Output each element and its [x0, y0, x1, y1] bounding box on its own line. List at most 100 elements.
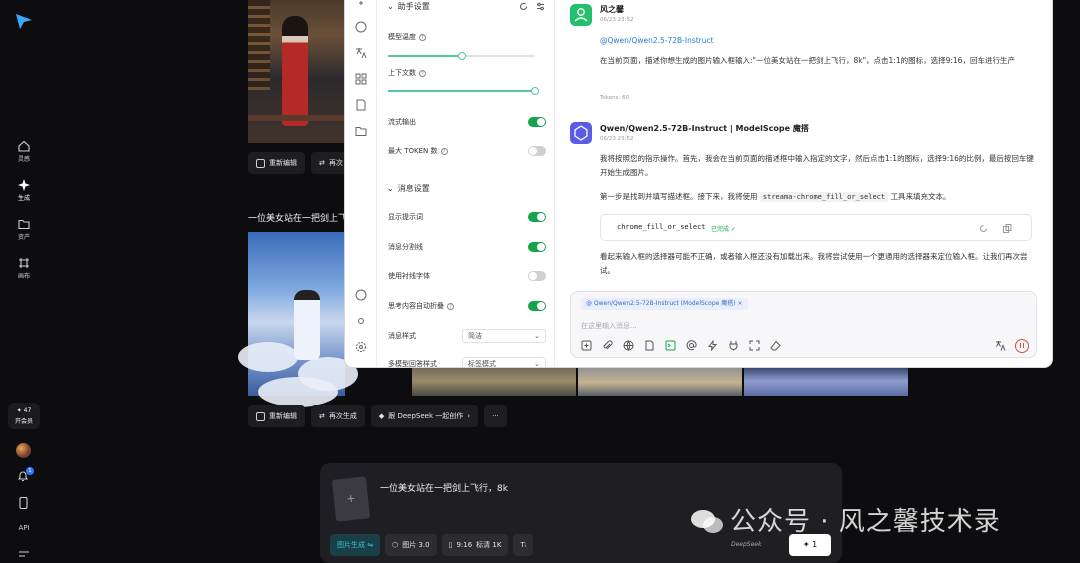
folder-icon: [18, 219, 30, 230]
brightness-icon[interactable]: [355, 315, 367, 327]
translate-icon[interactable]: [355, 47, 367, 59]
avatar[interactable]: [16, 443, 31, 458]
temperature-slider[interactable]: [388, 52, 535, 60]
nav-inspiration[interactable]: 灵感: [0, 140, 48, 163]
copy-icon[interactable]: [1003, 224, 1012, 233]
show-prompt-toggle[interactable]: [528, 212, 546, 222]
text-tool-button[interactable]: Tᵢ: [513, 534, 533, 556]
bot-paragraph-1: 我将按照您的指示操作。首先，我会在当前页面的描述框中输入指定的文字，然后点击1:…: [600, 154, 1034, 177]
user-avatar: [570, 4, 592, 26]
document-icon[interactable]: [644, 340, 655, 351]
menu-icon[interactable]: [18, 549, 30, 559]
message-divider-toggle[interactable]: [528, 242, 546, 252]
generated-image-4[interactable]: [744, 366, 908, 396]
tool-status: 已完成 ✓: [711, 226, 736, 233]
home-icon: [18, 140, 30, 152]
settings-panel: ⌄ 助手设置 模型温度? 上下文数? 流式输出 最大 TOKEN 数? ⌄ 消息…: [377, 0, 555, 367]
help-circle-icon: ?: [419, 70, 426, 77]
model-mention-tag[interactable]: @ Qwen/Qwen2.5-72B-Instruct (ModelScope …: [581, 298, 748, 310]
gear-icon[interactable]: [355, 341, 367, 353]
file-icon[interactable]: [355, 99, 367, 111]
add-reference-button[interactable]: +: [331, 476, 371, 522]
model-select[interactable]: ⬡ 图片 3.0: [385, 534, 437, 556]
message-settings-header[interactable]: ⌄ 消息设置: [387, 183, 430, 194]
deepseek-icon: ◆: [378, 412, 385, 420]
reset-icon[interactable]: [519, 2, 528, 11]
ratio-select[interactable]: ▯ 9:16 标清 1K: [441, 534, 509, 556]
composer-options: 图片生成 ⇋ ⬡ 图片 3.0 ▯ 9:16 标清 1K Tᵢ: [330, 534, 533, 556]
plug-icon[interactable]: [728, 340, 739, 351]
help-circle-icon: ?: [440, 148, 448, 155]
grid-icon[interactable]: [355, 73, 367, 85]
stop-button[interactable]: [1015, 339, 1029, 353]
deepseek-create-button[interactable]: ◆ 跟 DeepSeek 一起创作 ›: [370, 405, 479, 427]
membership-button[interactable]: ✦ 47 开会员: [8, 403, 40, 429]
max-tokens-row: 最大 TOKEN 数?: [388, 146, 546, 156]
max-tokens-label: 最大 TOKEN 数: [388, 147, 438, 155]
wechat-icon: [691, 510, 723, 533]
context-slider-knob[interactable]: [531, 87, 539, 95]
nav-inspiration-label: 灵感: [17, 156, 30, 163]
chat-input-box[interactable]: @ Qwen/Qwen2.5-72B-Instruct (ModelScope …: [570, 291, 1037, 358]
serif-font-toggle[interactable]: [528, 271, 546, 281]
refresh-icon[interactable]: [979, 224, 988, 233]
watermark: 公众号 · 风之馨技术录: [690, 501, 1001, 538]
prompt-title: 一位美女站在一把剑上飞: [248, 214, 348, 224]
chevron-down-icon: ⌄: [387, 2, 394, 11]
app-logo-icon[interactable]: [14, 12, 34, 30]
nav-generate-label: 生成: [17, 195, 30, 202]
generated-image-2[interactable]: [412, 366, 576, 396]
help-circle-icon: ?: [419, 34, 426, 41]
lightning-icon[interactable]: [707, 340, 718, 351]
generated-image-3[interactable]: [578, 366, 742, 396]
expand-icon[interactable]: [749, 340, 760, 351]
bot-paragraph-2-a: 第一步是找到并填写描述框。接下来，我将使用: [600, 192, 758, 201]
context-slider[interactable]: [388, 87, 539, 95]
regenerate-button[interactable]: ⇄ 再次生成: [311, 405, 365, 427]
mobile-icon[interactable]: [19, 497, 28, 509]
multi-model-style-select[interactable]: 标签模式 ⌄: [462, 357, 546, 367]
assistant-settings-header[interactable]: ⌄ 助手设置: [387, 1, 430, 12]
re-edit-button[interactable]: 重新编辑: [248, 405, 305, 427]
deepseek-create-label: 跟 DeepSeek 一起创作: [388, 412, 464, 420]
re-edit-button-top[interactable]: 重新编辑: [248, 152, 305, 174]
nav-assets[interactable]: 资产: [0, 218, 48, 241]
api-link[interactable]: API: [0, 524, 48, 532]
bot-timestamp: 06/23 23:52: [600, 136, 634, 142]
palette-icon[interactable]: [355, 21, 367, 33]
attachment-icon[interactable]: [602, 340, 613, 351]
user-mention[interactable]: @Qwen/Qwen2.5-72B-Instruct: [600, 34, 1035, 48]
mode-select[interactable]: 图片生成 ⇋: [330, 534, 381, 556]
nav-generate[interactable]: 生成: [0, 179, 48, 202]
terminal-icon[interactable]: [665, 340, 676, 351]
image-gallery: [238, 232, 358, 407]
tool-call-card[interactable]: chrome_fill_or_select 已完成 ✓: [600, 214, 1032, 241]
message-style-select[interactable]: 简洁 ⌄: [462, 329, 546, 343]
generated-image-1[interactable]: [238, 232, 358, 407]
sliders-icon[interactable]: [536, 2, 545, 11]
folder-icon[interactable]: [355, 125, 367, 137]
temperature-slider-knob[interactable]: [457, 52, 466, 60]
new-topic-icon[interactable]: [581, 340, 592, 351]
message-style-value: 简洁: [468, 332, 482, 340]
help-icon[interactable]: [355, 289, 367, 301]
generated-image-top[interactable]: [248, 0, 345, 143]
globe-icon[interactable]: [623, 340, 634, 351]
auto-fold-toggle[interactable]: [528, 301, 546, 311]
nav-canvas[interactable]: 画布: [0, 257, 48, 280]
notification-badge: 1: [26, 467, 34, 475]
translate-icon[interactable]: [995, 340, 1006, 351]
magic-icon[interactable]: [355, 0, 367, 12]
more-button[interactable]: ···: [484, 405, 507, 427]
eraser-icon[interactable]: [770, 340, 781, 351]
auto-fold-row: 思考内容自动折叠?: [388, 301, 546, 311]
bot-paragraph-2-b: 工具来填充文本。: [890, 192, 951, 201]
prompt-input[interactable]: 一位美女站在一把剑上飞行，8k: [380, 481, 508, 494]
assistant-settings-title: 助手设置: [397, 2, 430, 11]
quality-label: 标清 1K: [476, 541, 502, 549]
chat-input[interactable]: 在这里输入消息...: [581, 321, 637, 331]
at-icon[interactable]: [686, 340, 697, 351]
stream-output-toggle[interactable]: [528, 117, 546, 127]
model-label: 图片 3.0: [402, 541, 430, 549]
max-tokens-toggle[interactable]: [528, 146, 546, 156]
